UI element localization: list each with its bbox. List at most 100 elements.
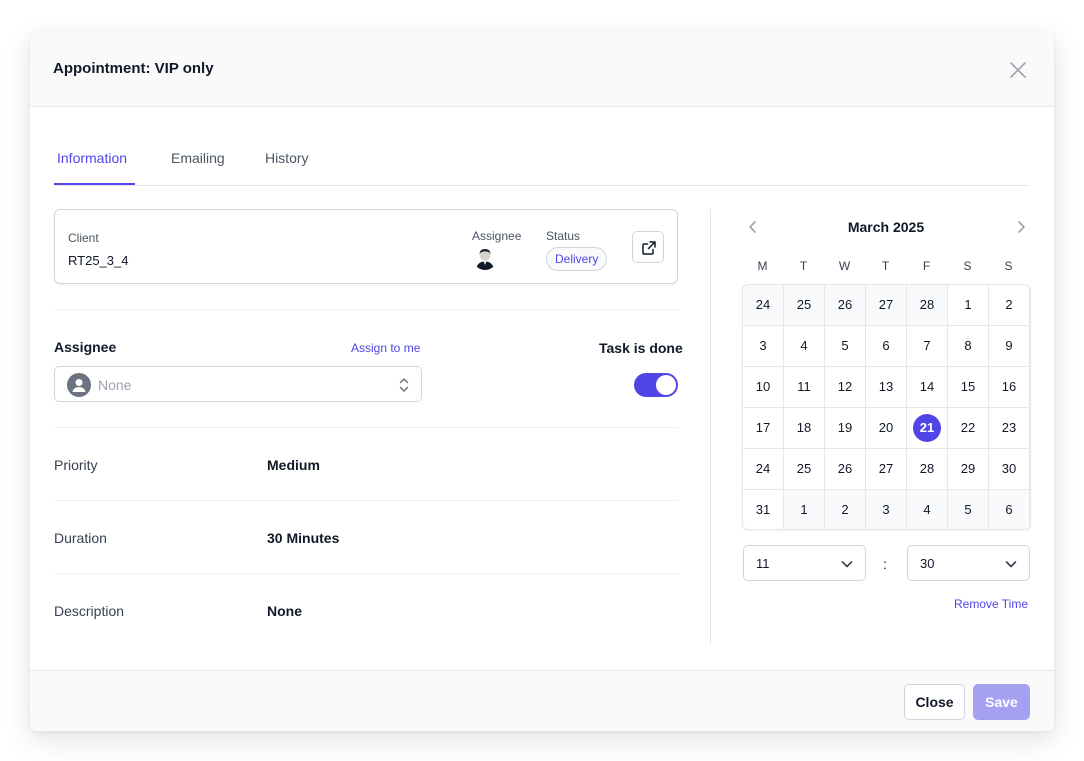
calendar-day[interactable]: 30 — [989, 449, 1029, 489]
calendar-day[interactable]: 27 — [866, 449, 906, 489]
task-done-label: Task is done — [599, 340, 683, 356]
vertical-divider — [710, 209, 711, 645]
calendar-day[interactable]: 10 — [743, 367, 783, 407]
calendar-day[interactable]: 25 — [784, 285, 824, 325]
minute-select[interactable]: 30 — [907, 545, 1030, 581]
duration-value: 30 Minutes — [267, 530, 340, 546]
calendar-day[interactable]: 3 — [743, 326, 783, 366]
calendar-day[interactable]: 1 — [784, 490, 824, 529]
calendar-day[interactable]: 6 — [866, 326, 906, 366]
status-badge: Delivery — [546, 247, 608, 271]
client-label: Client — [68, 231, 99, 245]
calendar-day[interactable]: 7 — [907, 326, 947, 366]
weekday-label: S — [963, 259, 972, 273]
calendar-day-selected[interactable]: 21 — [907, 408, 947, 448]
calendar-day-number: 18 — [796, 420, 812, 435]
calendar-day[interactable]: 9 — [989, 326, 1029, 366]
calendar-day[interactable]: 5 — [825, 326, 865, 366]
close-icon[interactable] — [1006, 58, 1030, 82]
calendar-day[interactable]: 2 — [825, 490, 865, 529]
calendar-day[interactable]: 22 — [948, 408, 988, 448]
calendar-day[interactable]: 17 — [743, 408, 783, 448]
calendar-day[interactable]: 11 — [784, 367, 824, 407]
assign-to-me-link[interactable]: Assign to me — [351, 341, 420, 355]
calendar-day-number: 5 — [841, 338, 849, 353]
calendar-day-number: 13 — [878, 379, 894, 394]
assignee-placeholder: None — [98, 377, 132, 393]
calendar-day[interactable]: 4 — [907, 490, 947, 529]
calendar-day-number: 27 — [878, 297, 894, 312]
calendar-day-number: 2 — [841, 502, 849, 517]
calendar-day[interactable]: 23 — [989, 408, 1029, 448]
divider — [54, 500, 678, 501]
calendar-day-number: 25 — [796, 461, 812, 476]
calendar-day[interactable]: 24 — [743, 449, 783, 489]
calendar-day[interactable]: 2 — [989, 285, 1029, 325]
time-separator: : — [883, 556, 887, 572]
calendar-day[interactable]: 8 — [948, 326, 988, 366]
calendar-day-number: 12 — [837, 379, 853, 394]
save-button[interactable]: Save — [973, 684, 1030, 720]
calendar-day[interactable]: 18 — [784, 408, 824, 448]
calendar-day[interactable]: 3 — [866, 490, 906, 529]
calendar-day[interactable]: 28 — [907, 449, 947, 489]
calendar-day[interactable]: 14 — [907, 367, 947, 407]
calendar-day[interactable]: 12 — [825, 367, 865, 407]
weekday-label: T — [881, 259, 890, 273]
calendar-day-number: 11 — [797, 379, 811, 394]
calendar-day[interactable]: 19 — [825, 408, 865, 448]
calendar-day[interactable]: 5 — [948, 490, 988, 529]
modal-title: Appointment: VIP only — [53, 60, 214, 77]
modal-footer: Close Save — [30, 670, 1054, 731]
calendar-day[interactable]: 26 — [825, 285, 865, 325]
calendar-day-number: 6 — [882, 338, 890, 353]
calendar-day-number: 22 — [960, 420, 976, 435]
calendar-day-number: 20 — [878, 420, 894, 435]
tab-information[interactable]: Information — [57, 150, 127, 166]
calendar-day-number: 25 — [796, 297, 812, 312]
calendar-day-number: 29 — [960, 461, 976, 476]
appointment-modal: Appointment: VIP only Information Emaili… — [30, 32, 1054, 731]
calendar-day[interactable]: 24 — [743, 285, 783, 325]
tab-history[interactable]: History — [265, 150, 309, 166]
calendar-day[interactable]: 15 — [948, 367, 988, 407]
calendar-day[interactable]: 13 — [866, 367, 906, 407]
priority-label: Priority — [54, 457, 98, 473]
calendar-day[interactable]: 25 — [784, 449, 824, 489]
weekday-label: S — [1004, 259, 1013, 273]
calendar-day[interactable]: 26 — [825, 449, 865, 489]
calendar-day[interactable]: 1 — [948, 285, 988, 325]
calendar-day[interactable]: 27 — [866, 285, 906, 325]
calendar-day-number: 16 — [1001, 379, 1017, 394]
tab-emailing[interactable]: Emailing — [171, 150, 225, 166]
calendar-day-number: 21 — [913, 414, 941, 442]
calendar-day[interactable]: 6 — [989, 490, 1029, 529]
calendar-day-number: 7 — [923, 338, 931, 353]
client-summary-card: Client RT25_3_4 Assignee Status Delivery — [54, 209, 678, 284]
calendar-day-number: 26 — [837, 297, 853, 312]
calendar-day[interactable]: 20 — [866, 408, 906, 448]
calendar-day[interactable]: 28 — [907, 285, 947, 325]
weekday-label: F — [922, 259, 931, 273]
calendar-day[interactable]: 4 — [784, 326, 824, 366]
card-status-label: Status — [546, 229, 581, 243]
next-month-button[interactable] — [1013, 219, 1029, 235]
hour-select[interactable]: 11 — [743, 545, 866, 581]
task-done-toggle[interactable] — [634, 373, 678, 397]
calendar-month-label: March 2025 — [847, 219, 925, 235]
hour-value: 11 — [756, 556, 770, 571]
calendar-day[interactable]: 16 — [989, 367, 1029, 407]
calendar-day-number: 27 — [878, 461, 894, 476]
remove-time-link[interactable]: Remove Time — [954, 597, 1028, 611]
card-assignee-label: Assignee — [472, 229, 522, 243]
calendar-day[interactable]: 31 — [743, 490, 783, 529]
open-external-button[interactable] — [632, 231, 664, 263]
avatar — [473, 246, 497, 270]
modal-header: Appointment: VIP only — [30, 32, 1054, 107]
calendar-day-number: 10 — [755, 379, 771, 394]
calendar-day-number: 23 — [1001, 420, 1017, 435]
calendar-day-number: 4 — [800, 338, 808, 353]
calendar-day[interactable]: 29 — [948, 449, 988, 489]
assignee-select[interactable]: None — [54, 366, 422, 402]
close-button[interactable]: Close — [904, 684, 965, 720]
